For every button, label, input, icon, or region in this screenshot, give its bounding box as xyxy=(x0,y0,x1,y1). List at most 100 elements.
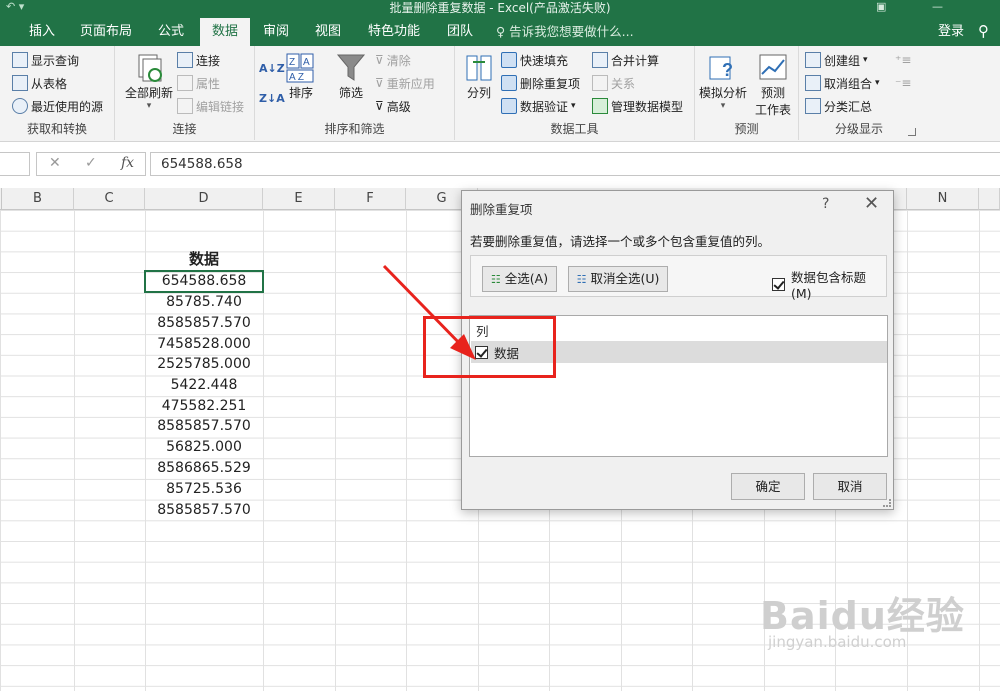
table-cell[interactable]: 8585857.570 xyxy=(145,416,263,437)
tab-insert[interactable]: 插入 xyxy=(22,18,62,46)
text-to-columns-label: 分列 xyxy=(466,86,491,100)
enter-icon[interactable]: ✓ xyxy=(85,155,97,171)
show-query-button[interactable]: 显示查询 xyxy=(12,50,79,70)
select-all-button[interactable]: ☷ 全选(A) xyxy=(482,266,557,292)
name-box[interactable] xyxy=(0,152,30,176)
table-cell[interactable]: 85785.740 xyxy=(145,292,263,313)
column-header-o[interactable] xyxy=(979,188,1000,210)
table-cell[interactable]: 8585857.570 xyxy=(145,313,263,334)
manage-data-model-label: 管理数据模型 xyxy=(611,99,684,114)
dialog-launcher-icon[interactable] xyxy=(908,128,916,136)
tab-special[interactable]: 特色功能 xyxy=(362,18,426,46)
tab-data[interactable]: 数据 xyxy=(200,18,250,46)
query-icon xyxy=(12,52,28,68)
watermark-url: jingyan.baidu.com xyxy=(768,633,907,651)
group-label-sort-filter: 排序和筛选 xyxy=(324,122,385,136)
flash-fill-button[interactable]: 快速填充 xyxy=(501,50,568,70)
column-header-f[interactable]: F xyxy=(335,188,406,210)
tell-me-search[interactable]: ♀ 告诉我您想要做什么... xyxy=(496,18,646,46)
cell-d-header[interactable]: 数据 xyxy=(145,249,263,270)
help-icon[interactable]: ? xyxy=(822,196,829,212)
filter-icon xyxy=(335,52,367,84)
tab-review[interactable]: 审阅 xyxy=(256,18,296,46)
chevron-down-icon: ▾ xyxy=(146,101,152,111)
tab-formulas[interactable]: 公式 xyxy=(150,18,192,46)
insert-function-icon[interactable]: fx xyxy=(121,155,134,171)
table-cell[interactable]: 7458528.000 xyxy=(145,334,263,355)
svg-text:A: A xyxy=(303,57,310,68)
consolidate-button[interactable]: 合并计算 xyxy=(592,50,659,70)
connections-label: 连接 xyxy=(196,53,221,68)
what-if-icon: ? xyxy=(707,52,739,84)
forecast-label-2: 工作表 xyxy=(754,103,791,117)
ribbon-display-icon[interactable]: ▣ xyxy=(876,0,886,13)
ungroup-button[interactable]: 取消组合 ▾ xyxy=(805,73,880,93)
table-cell[interactable]: 2525785.000 xyxy=(145,354,263,375)
forecast-sheet-button[interactable]: 预测 工作表 xyxy=(751,52,795,118)
connections-icon xyxy=(177,52,193,68)
subtotal-button[interactable]: 分类汇总 xyxy=(805,96,872,116)
tab-view[interactable]: 视图 xyxy=(308,18,348,46)
edit-links-button[interactable]: 编辑链接 xyxy=(177,96,244,116)
sort-button[interactable]: ZA A Z 排序 xyxy=(283,52,319,101)
column-header-c[interactable]: C xyxy=(74,188,145,210)
remove-duplicates-button[interactable]: 删除重复项 xyxy=(501,73,580,93)
table-cell[interactable]: 5422.448 xyxy=(145,375,263,396)
share-icon[interactable]: ⚲ xyxy=(978,22,1000,42)
text-to-columns-button[interactable]: 分列 xyxy=(459,52,499,101)
select-all-icon: ☷ xyxy=(490,273,501,286)
dialog-toolbar: ☷ 全选(A) ☷ 取消全选(U) 数据包含标题(M) xyxy=(470,255,887,301)
formula-bar: ✕ ✓ fx 654588.658 xyxy=(0,150,1000,178)
filter-button[interactable]: 筛选 xyxy=(331,52,371,101)
table-cell[interactable]: 56825.000 xyxy=(145,437,263,458)
manage-data-model-button[interactable]: 管理数据模型 xyxy=(592,96,683,116)
refresh-all-button[interactable]: 全部刷新 ▾ xyxy=(119,52,179,111)
login-link[interactable]: 登录 xyxy=(938,18,964,46)
tab-page-layout[interactable]: 页面布局 xyxy=(72,18,140,46)
connections-button[interactable]: 连接 xyxy=(177,50,220,70)
sort-za-icon[interactable]: Z↓A xyxy=(259,88,285,108)
ok-button[interactable]: 确定 xyxy=(731,473,805,500)
table-cell[interactable]: 85725.536 xyxy=(145,479,263,500)
what-if-analysis-button[interactable]: ? 模拟分析 ▾ xyxy=(697,52,749,111)
table-cell[interactable]: 475582.251 xyxy=(145,396,263,417)
data-validation-button[interactable]: 数据验证 ▾ xyxy=(501,96,576,116)
properties-button[interactable]: 属性 xyxy=(177,73,220,93)
from-table-button[interactable]: 从表格 xyxy=(12,73,67,93)
advanced-filter-label: 高级 xyxy=(386,99,411,114)
formula-input[interactable]: 654588.658 xyxy=(150,152,1000,176)
table-cell[interactable]: 8586865.529 xyxy=(145,458,263,479)
gridline xyxy=(335,210,336,691)
relationships-button[interactable]: 关系 xyxy=(592,73,635,93)
column-header-b[interactable]: B xyxy=(2,188,74,210)
resize-grip-icon[interactable] xyxy=(883,499,891,507)
cancel-button[interactable]: 取消 xyxy=(813,473,887,500)
has-headers-checkbox[interactable]: 数据包含标题(M) xyxy=(772,267,886,301)
minimize-icon[interactable]: — xyxy=(932,0,943,13)
column-header-n[interactable]: N xyxy=(907,188,979,210)
subtotal-label: 分类汇总 xyxy=(824,99,873,114)
reapply-button[interactable]: ⊽ 重新应用 xyxy=(375,73,435,93)
hide-detail-icon[interactable]: ⁻≡ xyxy=(895,73,911,93)
group-forecast: ? 模拟分析 ▾ 预测 工作表 预测 xyxy=(695,46,799,140)
annotation-arrow-icon xyxy=(382,264,476,360)
cell-d-selected[interactable]: 654588.658 xyxy=(144,270,264,293)
data-validation-icon xyxy=(501,98,517,114)
show-detail-icon[interactable]: ⁺≡ xyxy=(895,50,911,70)
column-header-e[interactable]: E xyxy=(263,188,335,210)
sort-label: 排序 xyxy=(288,86,313,100)
close-icon[interactable]: ✕ xyxy=(864,193,879,214)
sort-az-icon[interactable]: A↓Z xyxy=(259,58,285,78)
recent-sources-button[interactable]: 最近使用的源 xyxy=(12,96,103,116)
group-button[interactable]: 创建组 ▾ xyxy=(805,50,868,70)
column-header-d[interactable]: D xyxy=(145,188,263,210)
unselect-all-button[interactable]: ☷ 取消全选(U) xyxy=(568,266,668,292)
cancel-icon[interactable]: ✕ xyxy=(49,155,61,171)
recent-sources-label: 最近使用的源 xyxy=(31,99,104,114)
group-label-get-transform: 获取和转换 xyxy=(26,122,87,136)
clear-filter-button[interactable]: ⊽ 清除 xyxy=(375,50,411,70)
tab-team[interactable]: 团队 xyxy=(440,18,480,46)
table-cell[interactable]: 8585857.570 xyxy=(145,500,263,521)
advanced-filter-button[interactable]: ⊽ 高级 xyxy=(375,96,411,116)
checkbox-checked-icon xyxy=(772,277,785,291)
